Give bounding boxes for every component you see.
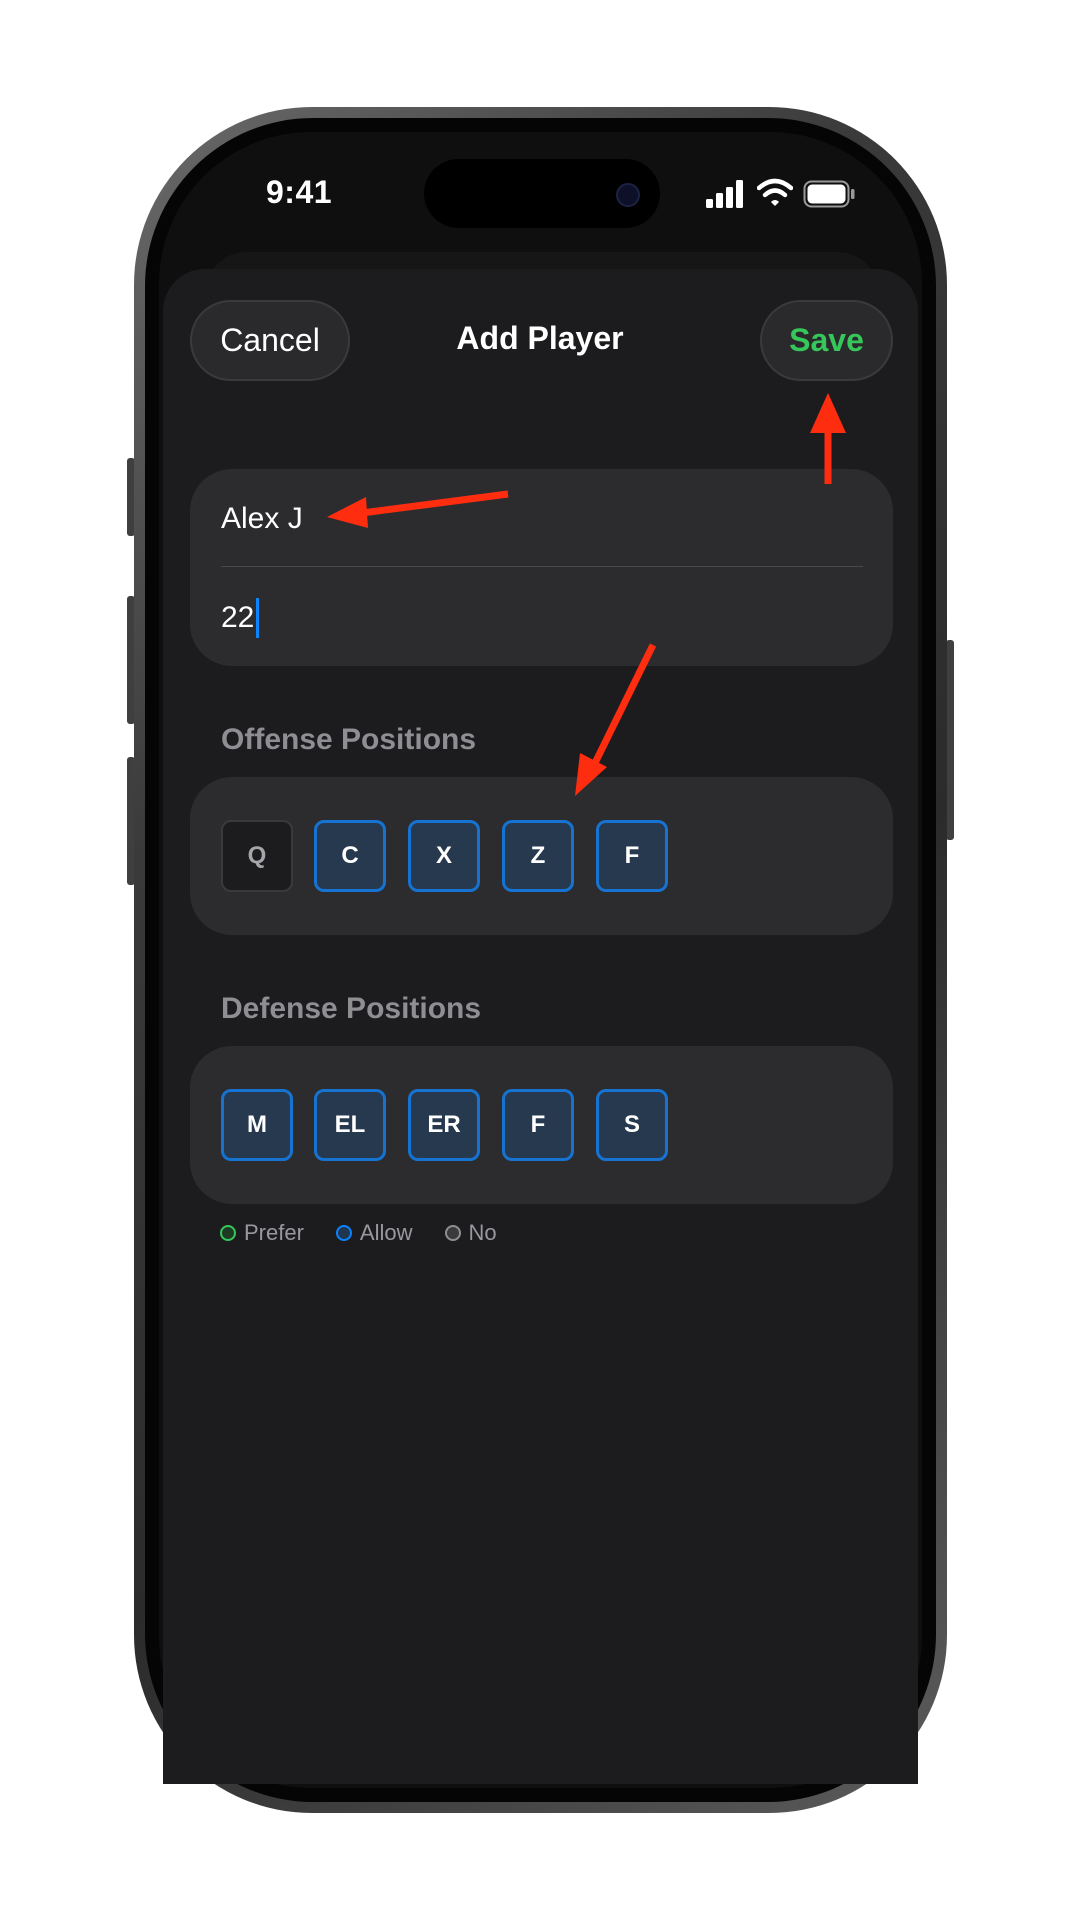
text-cursor xyxy=(256,598,260,638)
prefer-dot-icon xyxy=(220,1225,236,1241)
defense-position-el[interactable]: EL xyxy=(314,1089,386,1161)
position-legend: Prefer Allow No xyxy=(220,1220,497,1246)
player-number-field[interactable]: 22 xyxy=(221,598,260,638)
power-button xyxy=(946,640,954,840)
field-divider xyxy=(221,566,863,567)
offense-position-x[interactable]: X xyxy=(408,820,480,892)
offense-positions-label: Offense Positions xyxy=(221,723,477,756)
status-time: 9:41 xyxy=(266,174,333,210)
player-number-value: 22 xyxy=(221,601,255,634)
offense-position-q[interactable]: Q xyxy=(221,820,293,892)
legend-allow: Allow xyxy=(359,1220,413,1245)
offense-position-c[interactable]: C xyxy=(314,820,386,892)
front-camera xyxy=(616,183,640,207)
player-info-card xyxy=(190,469,893,666)
defense-position-er[interactable]: ER xyxy=(408,1089,480,1161)
offense-position-z[interactable]: Z xyxy=(502,820,574,892)
defense-position-f[interactable]: F xyxy=(502,1089,574,1161)
legend-no: No xyxy=(468,1220,497,1245)
wifi-icon xyxy=(757,178,793,206)
allow-dot-icon xyxy=(335,1225,352,1241)
player-name-field[interactable]: Alex J xyxy=(221,502,303,536)
no-dot-icon xyxy=(444,1225,461,1241)
offense-position-f[interactable]: F xyxy=(596,820,668,892)
defense-position-m[interactable]: M xyxy=(221,1089,293,1161)
cancel-button[interactable]: Cancel xyxy=(190,300,350,381)
battery-icon xyxy=(803,180,855,208)
defense-positions-label: Defense Positions xyxy=(221,992,482,1025)
legend-prefer: Prefer xyxy=(244,1220,304,1245)
signal-icon xyxy=(706,180,743,208)
save-button[interactable]: Save xyxy=(760,300,893,381)
page-title: Add Player xyxy=(456,320,624,356)
defense-position-s[interactable]: S xyxy=(596,1089,668,1161)
